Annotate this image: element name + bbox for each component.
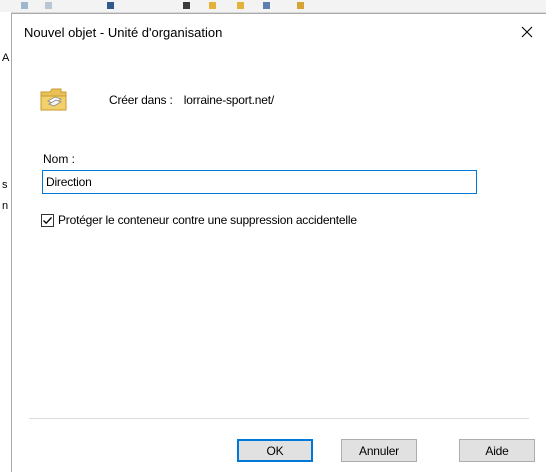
create-in-line: Créer dans : lorraine-sport.net/ bbox=[109, 93, 274, 107]
ok-button[interactable]: OK bbox=[237, 439, 313, 462]
toolbar-icon bbox=[297, 2, 304, 9]
checkmark-icon bbox=[43, 216, 52, 224]
dialog-title: Nouvel objet - Unité d'organisation bbox=[24, 25, 223, 40]
organizational-unit-folder-icon bbox=[40, 88, 67, 111]
toolbar-icon bbox=[21, 2, 28, 9]
background-text: n bbox=[2, 200, 9, 212]
toolbar-icon bbox=[263, 2, 270, 9]
toolbar-icon bbox=[107, 2, 114, 9]
protect-option[interactable]: Protéger le conteneur contre une suppres… bbox=[41, 213, 357, 227]
close-icon bbox=[521, 26, 533, 38]
background-toolbar bbox=[0, 0, 546, 13]
protect-checkbox[interactable] bbox=[41, 213, 54, 227]
close-button[interactable] bbox=[514, 20, 540, 44]
help-button[interactable]: Aide bbox=[459, 439, 535, 462]
background-text: A bbox=[2, 52, 10, 64]
toolbar-icon bbox=[183, 2, 190, 9]
name-label: Nom : bbox=[43, 152, 76, 166]
name-input[interactable] bbox=[42, 170, 477, 194]
protect-label: Protéger le conteneur contre une suppres… bbox=[58, 213, 357, 227]
toolbar-icon bbox=[209, 2, 216, 9]
toolbar-icon bbox=[237, 2, 244, 9]
create-in-label: Créer dans : bbox=[109, 93, 173, 107]
create-in-path: lorraine-sport.net/ bbox=[183, 93, 275, 107]
toolbar-icon bbox=[45, 2, 52, 9]
background-text: s bbox=[2, 179, 8, 191]
cancel-button[interactable]: Annuler bbox=[341, 439, 417, 462]
dialog-titlebar[interactable]: Nouvel objet - Unité d'organisation bbox=[12, 14, 546, 50]
button-separator bbox=[29, 418, 529, 419]
new-ou-dialog: Nouvel objet - Unité d'organisation Crée… bbox=[11, 13, 546, 472]
